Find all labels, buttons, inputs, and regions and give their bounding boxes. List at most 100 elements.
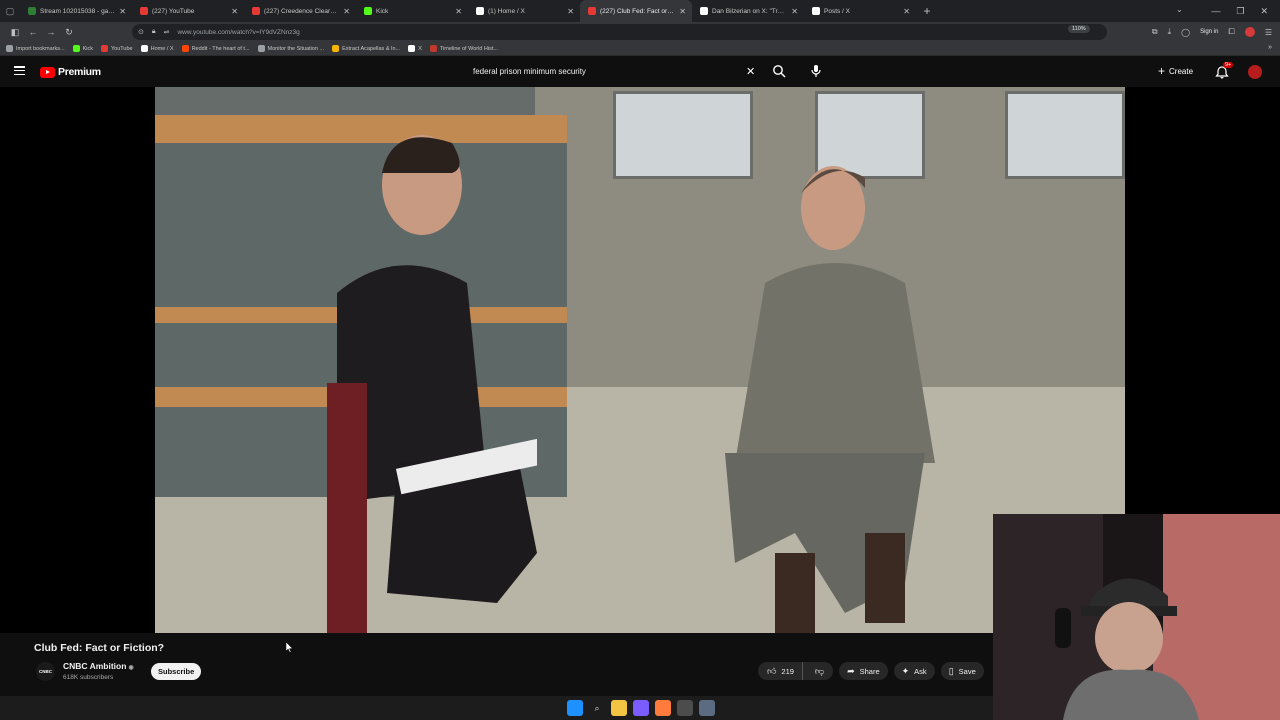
bookmark-item[interactable]: Timeline of World Hist... (429, 45, 498, 52)
share-label: Share (859, 666, 880, 676)
tab-label: Kick (376, 7, 389, 15)
ask-button[interactable]: ✦ Ask (893, 662, 935, 680)
tab-close-icon[interactable]: ✕ (903, 7, 910, 16)
channel-avatar[interactable]: CNBC (36, 662, 55, 681)
subscriber-count: 618K subscribers (63, 674, 114, 681)
file-explorer-icon[interactable] (611, 700, 627, 716)
clear-search-icon[interactable]: ✕ (746, 65, 755, 78)
video-scene-window (1005, 91, 1125, 179)
tab-search-icon[interactable]: ⌄ (1176, 5, 1183, 14)
tab-close-icon[interactable]: ✕ (231, 7, 238, 16)
forward-icon[interactable]: → (42, 27, 60, 37)
youtube-logo[interactable]: Premium (40, 66, 101, 78)
bookmark-item[interactable]: Reddit - The heart of t... (181, 45, 250, 52)
bookmark-item[interactable]: Monitor the Situation ... (257, 45, 325, 52)
minimize-icon[interactable]: — (1211, 6, 1220, 16)
tab-close-icon[interactable]: ✕ (679, 7, 686, 16)
bookmark-item[interactable]: X (408, 45, 422, 52)
channel-name-link[interactable]: CNBC Ambition ◉ (63, 661, 134, 671)
bookmark-item[interactable]: Home / X (140, 45, 174, 52)
bookmark-favicon-icon (101, 45, 108, 52)
bookmark-item[interactable]: Import bookmarks... (6, 45, 65, 52)
site-info-icon[interactable]: ⊙ (138, 28, 144, 36)
save-label: Save (958, 666, 976, 676)
signin-button[interactable]: Sign in (1200, 29, 1218, 35)
browser-tab[interactable]: (227) Creedence Clearwater Re ✕ (244, 0, 356, 22)
tab-close-icon[interactable]: ✕ (567, 7, 574, 16)
bookmark-label: Import bookmarks... (16, 45, 65, 52)
screenshot-icon[interactable]: ⧉ (1152, 27, 1158, 37)
bookmark-favicon-icon (181, 45, 189, 52)
close-window-icon[interactable]: ✕ (1260, 6, 1268, 17)
search-input[interactable]: federal prison minimum security (464, 61, 764, 82)
bookmarks-more-icon[interactable]: » (1268, 44, 1272, 51)
tab-close-icon[interactable]: ✕ (455, 7, 462, 16)
browser-tab[interactable]: (227) Club Fed: Fact or Ficti ✕ (580, 0, 692, 22)
subscribe-button[interactable]: Subscribe (151, 663, 202, 680)
tab-close-icon[interactable]: ✕ (343, 7, 350, 16)
obs-icon[interactable] (677, 700, 693, 716)
browser-tab[interactable]: Dan Bilzerian on X: "Trump: We ✕ (692, 0, 804, 22)
browser-tab[interactable]: Stream 102015038 - garydavid ✕ (20, 0, 132, 22)
os-taskbar (0, 696, 993, 720)
tab-label: Dan Bilzerian on X: "Trump: We (712, 7, 787, 15)
create-button[interactable]: + Create (1158, 65, 1193, 77)
bookmark-item[interactable]: Kick (72, 45, 93, 52)
tab-favicon-icon (252, 7, 260, 15)
bookmark-favicon-icon (408, 45, 416, 52)
video-frame[interactable] (155, 87, 1125, 633)
browser-tab[interactable]: Kick ✕ (356, 0, 468, 22)
bookmark-item[interactable]: YouTube (101, 45, 133, 52)
tab-favicon-icon (812, 7, 820, 15)
bookmark-favicon-icon (6, 45, 13, 52)
bookmark-favicon-icon (429, 45, 437, 52)
bookmark-label: Extract Acapellas & In... (342, 45, 401, 52)
video-title: Club Fed: Fact or Fiction? (34, 642, 165, 654)
dislike-button[interactable]: 👎︎ (808, 662, 833, 680)
browser-tab-strip: ▢ Stream 102015038 - garydavid✕(227) You… (0, 0, 1280, 22)
firefox-icon[interactable] (655, 700, 671, 716)
youtube-masthead: Premium federal prison minimum security … (0, 56, 1280, 87)
profile-icon[interactable]: ◯ (1181, 28, 1190, 37)
bookmark-favicon-icon (332, 45, 340, 52)
browser-tab[interactable]: (1) Home / X ✕ (468, 0, 580, 22)
bookmark-label: Monitor the Situation ... (267, 45, 325, 52)
sidebar-toggle-icon[interactable]: ◧ (6, 27, 24, 38)
new-tab-button[interactable]: + (916, 4, 938, 18)
restore-icon[interactable]: ❐ (1236, 6, 1244, 17)
tab-favicon-icon (588, 7, 596, 15)
search-icon[interactable] (772, 64, 786, 78)
settings-icon[interactable] (699, 700, 715, 716)
tune-icon[interactable]: ⇌ (164, 28, 170, 36)
tab-actions-icon[interactable]: ▢ (0, 0, 20, 22)
verified-icon: ◉ (128, 665, 134, 671)
windows-start-icon[interactable] (567, 700, 583, 716)
reload-icon[interactable]: ↻ (60, 27, 78, 38)
mic-icon[interactable] (810, 64, 822, 78)
guide-menu-icon[interactable] (14, 66, 25, 75)
menu-icon[interactable]: ☰ (1265, 28, 1272, 37)
download-icon[interactable]: ⤓ (1168, 27, 1172, 37)
save-button[interactable]: ▯ Save (940, 662, 984, 680)
mouse-cursor-icon (286, 642, 293, 653)
interviewer-figure (327, 135, 537, 633)
channel-name: CNBC Ambition (63, 661, 127, 671)
extensions-icon[interactable]: ⧠ (1228, 27, 1234, 37)
like-button[interactable]: 👍︎ 219 (758, 662, 803, 680)
extension-badge-icon[interactable] (1244, 27, 1255, 37)
back-icon[interactable]: ← (24, 27, 42, 37)
bookmark-label: Reddit - The heart of t... (191, 45, 250, 52)
discord-icon[interactable] (633, 700, 649, 716)
browser-tab[interactable]: Posts / X ✕ (804, 0, 916, 22)
taskbar-search-icon[interactable]: ⌕ (589, 700, 605, 716)
zoom-level[interactable]: 110% (1068, 25, 1090, 33)
address-bar[interactable]: ⊙ 🔒︎ ⇌ www.youtube.com/watch?v=lY9dVZNnz… (132, 24, 1107, 40)
browser-tab[interactable]: (227) YouTube ✕ (132, 0, 244, 22)
account-avatar[interactable] (1248, 65, 1262, 79)
share-button[interactable]: ➦ Share (839, 662, 888, 680)
tab-close-icon[interactable]: ✕ (119, 7, 126, 16)
tab-close-icon[interactable]: ✕ (791, 7, 798, 16)
bookmark-item[interactable]: Extract Acapellas & In... (332, 45, 400, 52)
bookmark-favicon-icon (257, 45, 265, 52)
bookmarks-bar: Import bookmarks... Kick YouTube Home / X Re… (0, 42, 1280, 56)
